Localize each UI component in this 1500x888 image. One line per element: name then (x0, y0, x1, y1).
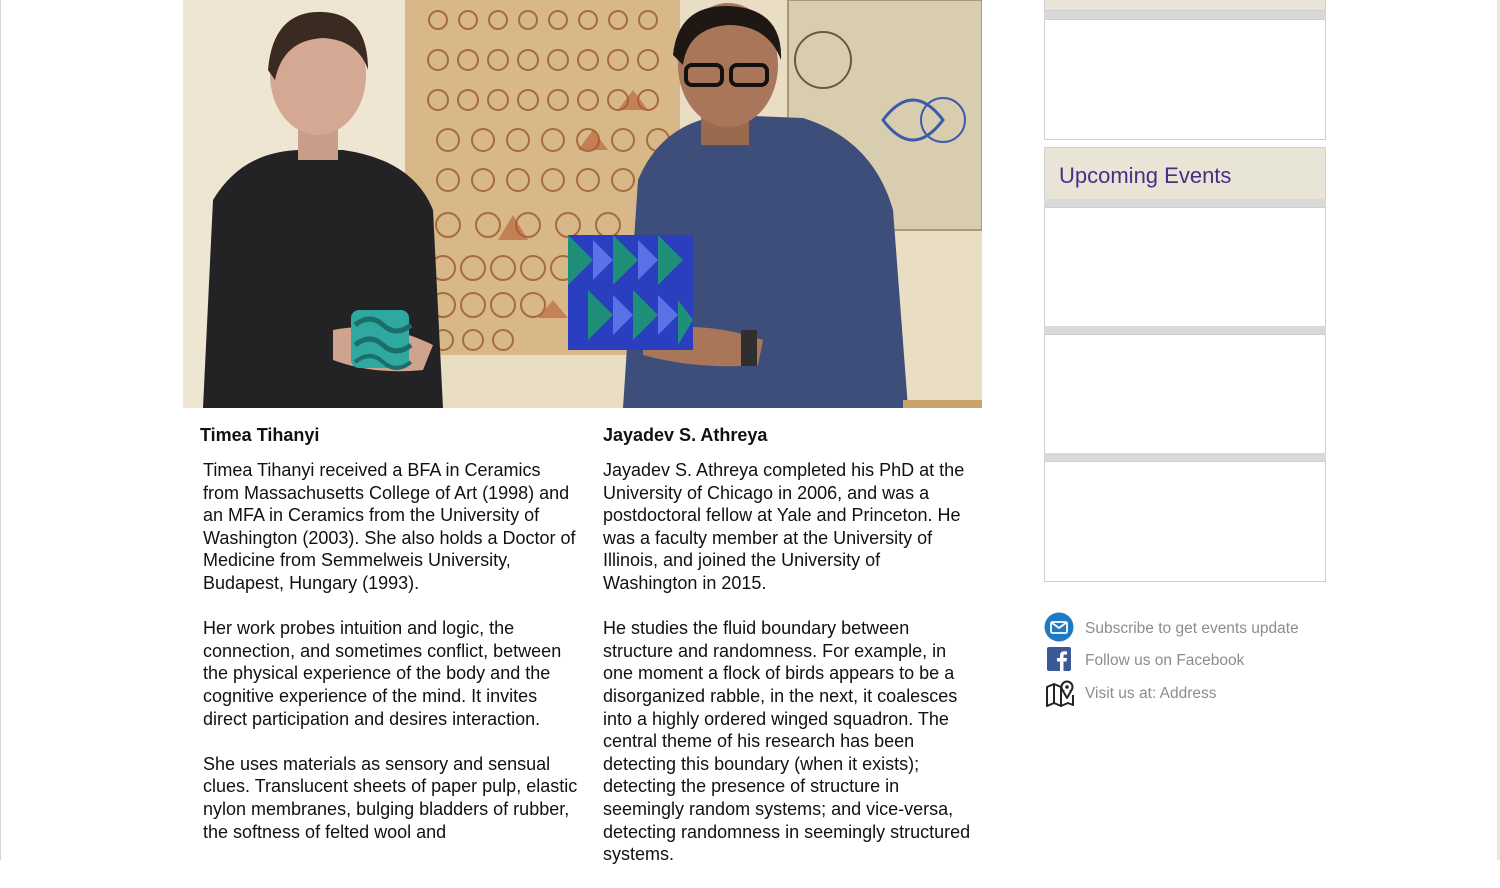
bio-paragraph: Her work probes intuition and logic, the… (203, 618, 562, 729)
facebook-link[interactable]: Follow us on Facebook (1044, 647, 1344, 677)
speakers-photo-art (183, 0, 982, 408)
subscribe-label[interactable]: Subscribe to get events update (1085, 620, 1299, 638)
visit-label[interactable]: Visit us at: Address (1085, 685, 1217, 703)
blue-sculpture (568, 235, 693, 350)
facebook-icon (1047, 647, 1071, 676)
upcoming-events-title: Upcoming Events (1059, 163, 1232, 188)
bio-paragraph: She uses materials as sensory and sensua… (203, 753, 578, 842)
speakers-photo (183, 0, 982, 408)
facebook-label[interactable]: Follow us on Facebook (1085, 652, 1244, 670)
visit-link[interactable]: Visit us at: Address (1044, 678, 1344, 708)
event-item[interactable] (1044, 461, 1326, 582)
map-pin-icon (1045, 678, 1075, 713)
sidebar-divider (1044, 453, 1326, 461)
bio-paragraph: He studies the fluid boundary between st… (603, 618, 971, 865)
sidebar-divider (1044, 199, 1326, 207)
sidebar-divider (1044, 11, 1326, 19)
page-left-edge (0, 0, 1, 860)
bio-name-jayadev: Jayadev S. Athreya (603, 425, 768, 445)
sidebar-widget (1044, 19, 1326, 140)
upcoming-events-header: Upcoming Events (1044, 147, 1326, 200)
sidebar-widget-header-top (1044, 0, 1326, 11)
bio-paragraph: Timea Tihanyi received a BFA in Ceramics… (203, 460, 576, 593)
event-item[interactable] (1044, 207, 1326, 328)
sidebar-divider (1044, 326, 1326, 334)
bio-name-timea: Timea Tihanyi (200, 425, 320, 445)
bio-text-jayadev: Jayadev S. Athreya completed his PhD at … (603, 459, 973, 888)
event-item[interactable] (1044, 334, 1326, 455)
teal-sculpture (351, 310, 413, 370)
subscribe-link[interactable]: Subscribe to get events update (1044, 612, 1344, 642)
bio-paragraph: Jayadev S. Athreya completed his PhD at … (603, 460, 965, 593)
bio-text-timea: Timea Tihanyi received a BFA in Ceramics… (203, 459, 578, 866)
envelope-icon (1044, 612, 1074, 647)
